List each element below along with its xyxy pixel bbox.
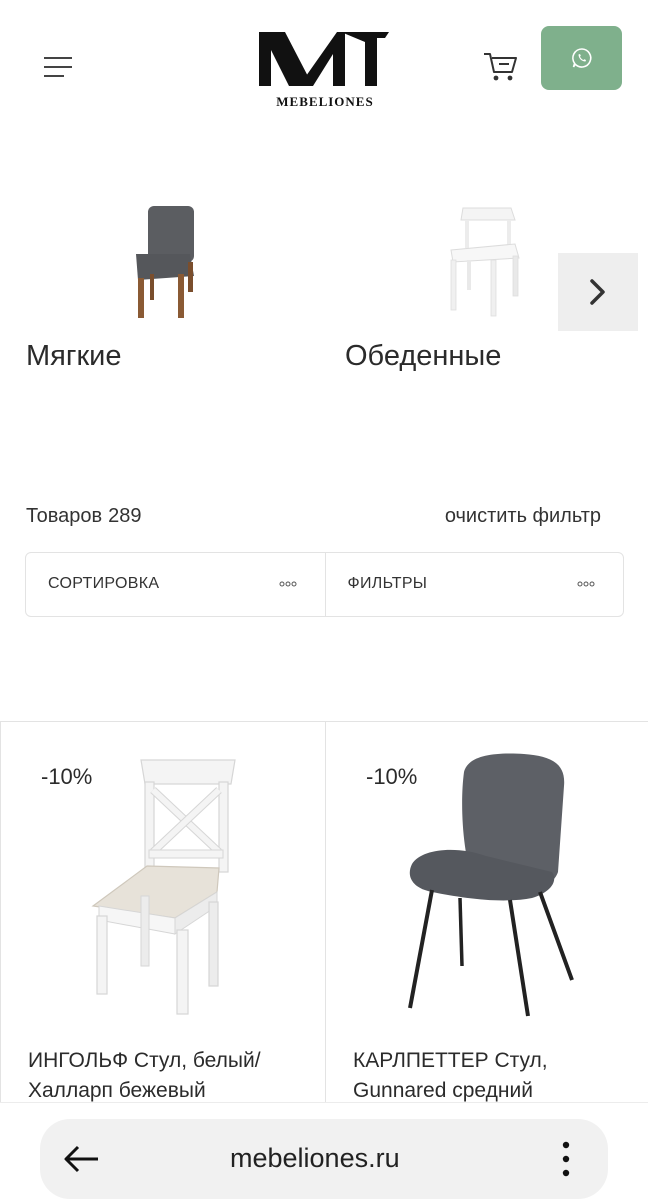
product-count-value: 289 <box>108 505 142 527</box>
dining-chair-image <box>450 207 520 317</box>
discount-badge: -10% <box>41 764 93 789</box>
product-card[interactable]: -10% ИНГОЛЬФ Стул, белый/ Халларп бежевы… <box>0 722 325 1121</box>
product-count: Товаров 289 <box>26 505 142 528</box>
whatsapp-icon <box>571 48 592 68</box>
category-label: Мягкие <box>26 340 122 372</box>
sort-dropdown[interactable]: СОРТИРОВКА <box>26 553 325 616</box>
product-card[interactable]: -10% КАРЛПЕТТЕР Стул, Gunnared средний <box>325 722 648 1121</box>
more-vertical-icon[interactable] <box>558 1139 574 1179</box>
browser-bottom-bar: mebeliones.ru <box>0 1102 648 1200</box>
address-bar[interactable]: mebeliones.ru <box>40 1119 608 1199</box>
product-title: ИНГОЛЬФ Стул, белый/ Халларп бежевый <box>28 1049 261 1102</box>
clear-filter-link[interactable]: очистить фильтр <box>445 505 601 528</box>
product-count-label: Товаров <box>26 505 103 527</box>
site-header: MEBELIONES <box>0 0 648 130</box>
category-carousel: Мягкие Обеденные <box>0 180 648 400</box>
sort-filter-bar: СОРТИРОВКА ФИЛЬТРЫ <box>25 552 624 617</box>
carousel-next-button[interactable] <box>558 253 638 331</box>
catalog-count-row: Товаров 289 очистить фильтр <box>26 505 601 533</box>
sort-label: СОРТИРОВКА <box>48 575 160 592</box>
filters-dropdown[interactable]: ФИЛЬТРЫ <box>324 553 624 616</box>
site-logo[interactable]: MEBELIONES <box>255 28 395 112</box>
logo-mark-icon <box>259 32 389 86</box>
product-title: КАРЛПЕТТЕР Стул, Gunnared средний <box>353 1049 548 1102</box>
more-dots-icon <box>279 581 296 587</box>
url-text[interactable]: mebeliones.ru <box>230 1143 400 1174</box>
whatsapp-button[interactable] <box>541 26 622 90</box>
back-arrow-icon[interactable] <box>62 1143 102 1175</box>
white-chair-image <box>91 759 236 1015</box>
product-grid: -10% ИНГОЛЬФ Стул, белый/ Халларп бежевы… <box>0 721 648 1121</box>
cart-icon[interactable] <box>482 48 520 84</box>
gray-chair-image <box>408 753 574 1017</box>
category-soft[interactable]: Мягкие <box>0 180 300 390</box>
logo-text: MEBELIONES <box>276 94 374 109</box>
upholstered-chair-image <box>136 206 194 318</box>
chevron-right-icon <box>590 279 605 305</box>
filters-label: ФИЛЬТРЫ <box>347 575 428 592</box>
more-dots-icon <box>577 581 595 587</box>
menu-icon[interactable] <box>42 55 74 79</box>
category-label: Обеденные <box>345 340 502 372</box>
